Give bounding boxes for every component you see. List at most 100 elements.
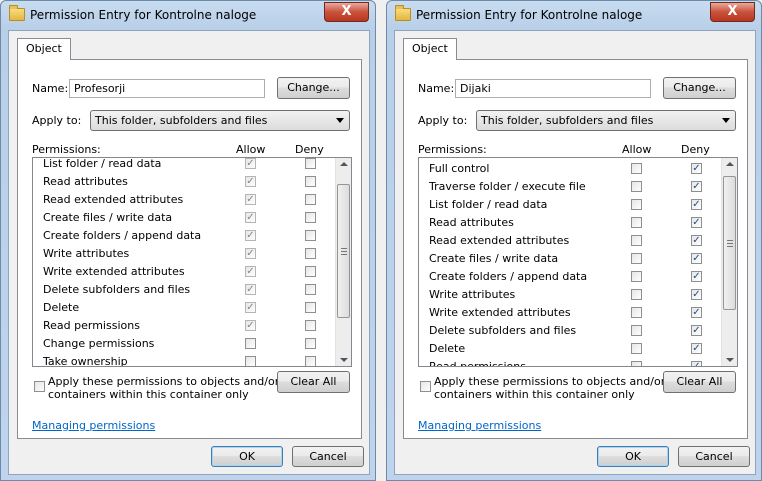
allow-checkbox[interactable] [631,163,642,174]
allow-checkbox[interactable] [245,158,256,169]
allow-checkbox[interactable] [631,181,642,192]
deny-checkbox[interactable] [305,355,316,366]
deny-checkbox[interactable] [305,247,316,259]
apply-to-children-label: Apply these permissions to objects and/o… [48,375,280,401]
deny-checkbox[interactable] [691,163,702,174]
allow-checkbox[interactable] [245,247,256,259]
allow-checkbox[interactable] [245,301,256,313]
permission-row: Read permissions [33,317,333,335]
deny-checkbox[interactable] [691,361,702,366]
scroll-up-icon[interactable] [726,162,734,166]
allow-checkbox[interactable] [245,193,256,205]
deny-checkbox[interactable] [691,307,702,318]
managing-permissions-link[interactable]: Managing permissions [32,419,155,432]
cancel-button[interactable]: Cancel [292,446,364,467]
scroll-down-icon[interactable] [726,358,734,362]
permissions-list[interactable]: Full controlTraverse folder / execute fi… [32,157,352,367]
allow-checkbox[interactable] [245,355,256,366]
permission-row: List folder / read data [419,196,719,214]
allow-checkbox[interactable] [245,229,256,241]
permission-row: Full control [419,160,719,178]
deny-checkbox[interactable] [691,217,702,228]
permission-row: Delete subfolders and files [419,322,719,340]
deny-checkbox[interactable] [305,337,316,349]
permission-row: List folder / read data [33,158,333,173]
apply-to-dropdown[interactable]: This folder, subfolders and files [476,110,736,131]
name-field[interactable]: Dijaki [455,79,651,98]
allow-checkbox[interactable] [245,175,256,187]
permission-row: Read extended attributes [33,191,333,209]
allow-checkbox[interactable] [631,289,642,300]
name-label: Name: [32,82,69,95]
deny-checkbox[interactable] [305,265,316,277]
change-button[interactable]: Change... [663,77,736,99]
close-button[interactable]: X [324,2,369,22]
close-button[interactable]: X [710,2,755,22]
deny-checkbox[interactable] [305,229,316,241]
ok-button[interactable]: OK [597,446,669,467]
deny-checkbox[interactable] [305,158,316,169]
permission-name: Create files / write data [43,210,173,224]
apply-to-dropdown[interactable]: This folder, subfolders and files [90,110,350,131]
permission-row: Write extended attributes [33,263,333,281]
window-title: Permission Entry for Kontrolne naloge [416,8,643,22]
allow-checkbox[interactable] [245,319,256,331]
deny-checkbox[interactable] [691,271,702,282]
allow-checkbox[interactable] [245,211,256,223]
deny-column-header: Deny [681,143,710,156]
permissions-list[interactable]: Full controlTraverse folder / execute fi… [418,157,738,367]
allow-checkbox[interactable] [631,343,642,354]
scroll-thumb[interactable] [337,183,350,319]
allow-checkbox[interactable] [245,283,256,295]
deny-checkbox[interactable] [305,193,316,205]
deny-checkbox[interactable] [305,211,316,223]
scroll-down-icon[interactable] [340,358,348,362]
deny-checkbox[interactable] [691,343,702,354]
deny-checkbox[interactable] [691,181,702,192]
allow-checkbox[interactable] [631,253,642,264]
deny-checkbox[interactable] [305,283,316,295]
name-field[interactable]: Profesorji [69,79,265,98]
deny-checkbox[interactable] [691,253,702,264]
allow-checkbox[interactable] [631,307,642,318]
chevron-down-icon [336,118,344,123]
folder-icon [9,5,25,21]
ok-button[interactable]: OK [211,446,283,467]
scroll-up-icon[interactable] [340,162,348,166]
allow-column-header: Allow [622,143,652,156]
deny-checkbox[interactable] [691,289,702,300]
deny-checkbox[interactable] [691,325,702,336]
deny-checkbox[interactable] [691,235,702,246]
clear-all-button[interactable]: Clear All [663,371,736,393]
permission-row: Write extended attributes [419,304,719,322]
allow-checkbox[interactable] [245,265,256,277]
allow-checkbox[interactable] [631,325,642,336]
apply-to-children-checkbox[interactable] [420,381,431,392]
allow-checkbox[interactable] [631,235,642,246]
allow-checkbox[interactable] [631,271,642,282]
managing-permissions-link[interactable]: Managing permissions [418,419,541,432]
clear-all-button[interactable]: Clear All [277,371,350,393]
change-button[interactable]: Change... [277,77,350,99]
allow-checkbox[interactable] [245,337,256,349]
permissions-scrollbar[interactable] [721,158,737,366]
deny-checkbox[interactable] [691,199,702,210]
deny-checkbox[interactable] [305,319,316,331]
permission-name: Delete [429,342,466,355]
permissions-scrollbar[interactable] [335,158,351,366]
title-bar[interactable]: Permission Entry for Kontrolne naloge X [1,1,375,29]
apply-to-children-checkbox[interactable] [34,381,45,392]
dialog-client: Object Name: Dijaki Change... Apply to: … [394,30,756,475]
deny-checkbox[interactable] [305,175,316,187]
tab-object[interactable]: Object [403,38,457,60]
permission-name: Read permissions [43,318,140,332]
allow-checkbox[interactable] [631,199,642,210]
permission-name: Write attributes [429,288,516,301]
deny-checkbox[interactable] [305,301,316,313]
scroll-thumb[interactable] [723,175,736,310]
tab-object[interactable]: Object [17,38,71,60]
cancel-button[interactable]: Cancel [678,446,750,467]
title-bar[interactable]: Permission Entry for Kontrolne naloge X [387,1,761,29]
allow-checkbox[interactable] [631,217,642,228]
allow-checkbox[interactable] [631,361,642,366]
